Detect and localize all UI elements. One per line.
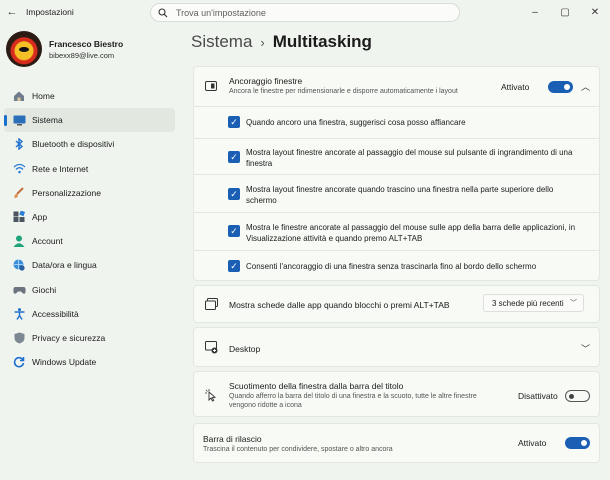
snap-layout-icon	[205, 81, 217, 91]
snap-option-label: Mostra le finestre ancorate al passaggio…	[246, 223, 576, 243]
app-title: Impostazioni	[26, 7, 74, 17]
user-profile[interactable]: Francesco Biestro bibexx89@live.com	[6, 31, 123, 67]
sidebar-item-label: Sistema	[32, 115, 63, 126]
drag-bar-description: Trascina il contenuto per condividere, s…	[203, 446, 393, 453]
sidebar-item-home[interactable]: Home	[4, 84, 175, 108]
snap-option-checkbox[interactable]: ✓	[228, 151, 240, 163]
drag-bar-card: Barra di rilascio Trascina il contenuto …	[193, 423, 600, 463]
sidebar-nav: Home Sistema Bluetooth e dispositivi Ret…	[4, 84, 175, 374]
sidebar-item-apps[interactable]: App	[4, 205, 175, 229]
snap-windows-card: Ancoraggio finestre Ancora le finestre p…	[193, 66, 600, 281]
alt-tab-selected-value: 3 schede più recenti	[492, 298, 564, 308]
snap-option-label: Mostra layout finestre ancorate quando t…	[246, 185, 554, 205]
page-title: Multitasking	[272, 32, 372, 51]
window-controls: – ▢ ✕	[520, 0, 610, 24]
bluetooth-icon	[12, 137, 26, 151]
tabs-icon	[205, 298, 218, 310]
desktop-title: Desktop	[229, 344, 261, 354]
chevron-down-icon: ﹀	[570, 300, 577, 307]
alt-tab-title: Mostra schede dalle app quando blocchi o…	[229, 300, 450, 310]
snap-option-checkbox[interactable]: ✓	[228, 188, 240, 200]
snap-option-checkbox[interactable]: ✓	[228, 225, 240, 237]
update-icon	[12, 355, 26, 369]
home-icon	[12, 89, 26, 103]
drag-bar-state-label: Attivato	[518, 438, 547, 448]
snap-windows-header[interactable]: Ancoraggio finestre Ancora le finestre p…	[194, 67, 599, 106]
snap-windows-title: Ancoraggio finestre	[229, 76, 303, 86]
breadcrumb: Sistema › Multitasking	[191, 32, 372, 52]
sidebar-item-windows-update[interactable]: Windows Update	[4, 350, 175, 374]
sidebar-item-system[interactable]: Sistema	[4, 108, 175, 133]
shake-title: Scuotimento della finestra dalla barra d…	[229, 381, 404, 391]
snap-option-checkbox[interactable]: ✓	[228, 116, 240, 128]
search-input[interactable]	[176, 7, 436, 18]
snap-option-label: Consenti l'ancoraggio di una finestra se…	[246, 262, 537, 271]
shield-icon	[12, 331, 26, 345]
sidebar-item-label: Rete e Internet	[32, 163, 89, 174]
shake-state-label: Disattivato	[518, 391, 558, 401]
account-icon	[12, 234, 26, 248]
sidebar-item-label: Data/ora e lingua	[32, 260, 97, 271]
sidebar-item-privacy[interactable]: Privacy e sicurezza	[4, 326, 175, 350]
sidebar-item-personalization[interactable]: Personalizzazione	[4, 181, 175, 205]
accessibility-icon	[12, 307, 26, 321]
sidebar-item-label: Privacy e sicurezza	[32, 332, 106, 343]
system-icon	[12, 113, 26, 127]
sidebar-item-label: Bluetooth e dispositivi	[32, 139, 115, 150]
snap-option-checkbox[interactable]: ✓	[228, 260, 240, 272]
sidebar-item-gaming[interactable]: Giochi	[4, 278, 175, 302]
sidebar-item-accessibility[interactable]: Accessibilità	[4, 302, 175, 326]
brush-icon	[12, 186, 26, 200]
sidebar-item-label: Account	[32, 236, 63, 247]
sidebar-item-datetime[interactable]: Data/ora e lingua	[4, 253, 175, 277]
breadcrumb-parent[interactable]: Sistema	[191, 32, 252, 52]
sidebar-item-bluetooth[interactable]: Bluetooth e dispositivi	[4, 132, 175, 156]
desktop-card[interactable]: Desktop ﹀	[193, 327, 600, 367]
drag-bar-toggle[interactable]	[565, 437, 590, 449]
wifi-icon	[12, 162, 26, 176]
shake-card: Scuotimento della finestra dalla barra d…	[193, 371, 600, 417]
drag-bar-title: Barra di rilascio	[203, 434, 262, 444]
globe-clock-icon	[12, 258, 26, 272]
profile-name: Francesco Biestro	[49, 38, 124, 49]
shake-description: Quando afferro la barra del titolo di un…	[229, 393, 477, 409]
snap-option-label: Mostra layout finestre ancorate al passa…	[246, 148, 573, 168]
alt-tab-dropdown[interactable]: 3 schede più recenti ﹀	[483, 294, 584, 312]
search-box[interactable]	[150, 3, 460, 22]
profile-email: bibexx89@live.com	[49, 50, 115, 60]
sidebar-item-label: Giochi	[32, 284, 57, 295]
search-icon	[158, 7, 168, 17]
close-button[interactable]: ✕	[580, 0, 610, 24]
chevron-down-icon[interactable]: ﹀	[581, 342, 590, 355]
sidebar-item-label: Home	[32, 91, 55, 102]
sidebar-item-label: Personalizzazione	[32, 187, 101, 198]
snap-option-label: Quando ancoro una finestra, suggerisci c…	[246, 118, 466, 127]
maximize-button[interactable]: ▢	[550, 0, 580, 24]
alt-tab-card: Mostra schede dalle app quando blocchi o…	[193, 285, 600, 323]
gamepad-icon	[12, 283, 26, 297]
back-arrow-icon[interactable]: ←	[2, 0, 22, 24]
minimize-button[interactable]: –	[520, 0, 550, 24]
chevron-up-icon[interactable]: ︿	[581, 80, 590, 93]
shake-cursor-icon	[205, 389, 217, 402]
apps-icon	[12, 210, 26, 224]
snap-windows-description: Ancora le finestre per ridimensionarle e…	[229, 88, 458, 95]
snap-state-label: Attivato	[501, 82, 530, 92]
sidebar-item-account[interactable]: Account	[4, 229, 175, 253]
sidebar-item-label: Windows Update	[32, 357, 97, 368]
sidebar-item-label: App	[32, 212, 48, 223]
sidebar-item-network[interactable]: Rete e Internet	[4, 157, 175, 181]
shake-toggle[interactable]	[565, 390, 590, 402]
desktop-icon	[205, 341, 218, 354]
sidebar-item-label: Accessibilità	[32, 308, 79, 319]
avatar	[6, 31, 42, 67]
breadcrumb-separator: ›	[260, 34, 265, 50]
snap-windows-toggle[interactable]	[548, 81, 573, 93]
